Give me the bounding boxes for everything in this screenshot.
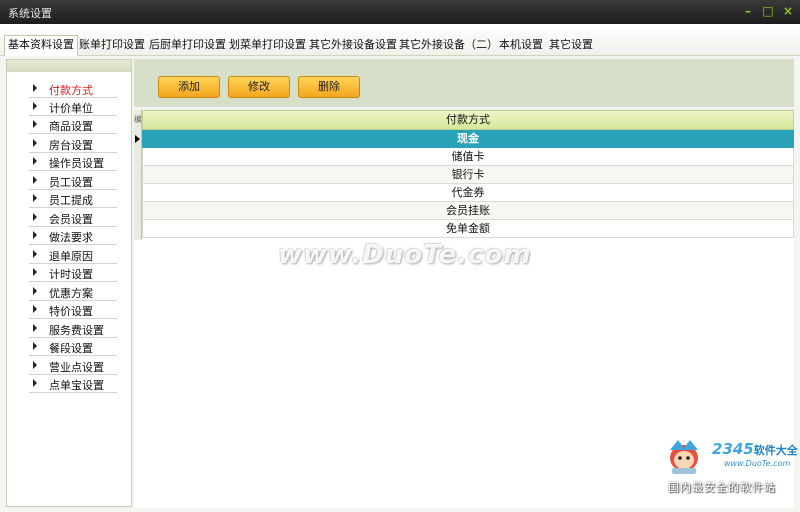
close-button[interactable]: ×	[782, 4, 794, 18]
maximize-button[interactable]: □	[762, 4, 774, 18]
nav-item-pricing-units[interactable]: 计价单位	[29, 98, 117, 116]
bullet-arrow-icon	[33, 287, 37, 295]
nav-item-label: 员工提成	[49, 194, 93, 207]
nav-item-label: 房台设置	[49, 139, 93, 152]
nav-item-staff[interactable]: 员工设置	[29, 172, 117, 190]
tab-kitchen-print[interactable]: 后厨单打印设置	[146, 36, 229, 56]
nav-item-label: 服务费设置	[49, 324, 104, 337]
nav-item-products[interactable]: 商品设置	[29, 116, 117, 134]
nav-item-timing[interactable]: 计时设置	[29, 264, 117, 282]
action-toolbar: 添加 修改 删除	[134, 59, 794, 107]
nav-item-label: 特价设置	[49, 305, 93, 318]
bullet-arrow-icon	[33, 342, 37, 350]
nav-item-label: 优惠方案	[49, 287, 93, 300]
nav-item-label: 商品设置	[49, 120, 93, 133]
nav-item-members[interactable]: 会员设置	[29, 209, 117, 227]
grid-corner-header: 编	[134, 110, 142, 130]
bullet-arrow-icon	[33, 379, 37, 387]
settings-nav: 付款方式 计价单位 商品设置 房台设置 操作员设置 员工设置 员工提成 会员设置…	[6, 59, 132, 507]
column-header-payment-method[interactable]: 付款方式	[142, 110, 794, 130]
nav-item-service-fee[interactable]: 服务费设置	[29, 320, 117, 338]
current-row-marker-icon	[135, 135, 140, 143]
bullet-arrow-icon	[33, 231, 37, 239]
nav-item-operators[interactable]: 操作员设置	[29, 153, 117, 171]
bullet-arrow-icon	[33, 250, 37, 258]
delete-button[interactable]: 删除	[298, 76, 360, 98]
table-row[interactable]: 储值卡	[142, 148, 794, 166]
nav-item-label: 餐段设置	[49, 342, 93, 355]
nav-item-label: 会员设置	[49, 213, 93, 226]
tab-external-devices-2[interactable]: 其它外接设备（二）	[396, 36, 501, 56]
bullet-arrow-icon	[33, 305, 37, 313]
window-title: 系统设置	[8, 7, 52, 20]
nav-item-refund-reasons[interactable]: 退单原因	[29, 246, 117, 264]
nav-item-label: 员工设置	[49, 176, 93, 189]
tab-basic-data[interactable]: 基本资料设置	[4, 35, 78, 56]
tab-bar: 基本资料设置 账单打印设置 后厨单打印设置 划菜单打印设置 其它外接设备设置 其…	[0, 24, 800, 56]
bullet-arrow-icon	[33, 84, 37, 92]
table-row[interactable]: 免单金额	[142, 220, 794, 238]
bullet-arrow-icon	[33, 324, 37, 332]
table-row[interactable]: 银行卡	[142, 166, 794, 184]
row-header-strip	[134, 130, 142, 240]
nav-item-label: 计价单位	[49, 102, 93, 115]
minimize-button[interactable]: –	[742, 4, 754, 18]
tab-external-devices[interactable]: 其它外接设备设置	[306, 36, 400, 56]
nav-item-label: 做法要求	[49, 231, 93, 244]
nav-item-payment-methods[interactable]: 付款方式	[29, 80, 117, 98]
brand-slogan-watermark: 国内最安全的软件站	[668, 481, 776, 494]
bullet-arrow-icon	[33, 194, 37, 202]
nav-item-cooking-requirements[interactable]: 做法要求	[29, 227, 117, 245]
edit-button[interactable]: 修改	[228, 76, 290, 98]
nav-header	[7, 60, 131, 72]
bullet-arrow-icon	[33, 176, 37, 184]
brand-url-watermark: www.DuoTe.com	[724, 459, 791, 468]
nav-item-label: 计时设置	[49, 268, 93, 281]
tab-other-settings[interactable]: 其它设置	[546, 36, 596, 56]
brand-name: 软件大全	[753, 444, 798, 457]
tab-local-settings[interactable]: 本机设置	[496, 36, 546, 56]
nav-item-meal-periods[interactable]: 餐段设置	[29, 338, 117, 356]
nav-item-discount-plans[interactable]: 优惠方案	[29, 283, 117, 301]
nav-item-label: 操作员设置	[49, 157, 104, 170]
add-button[interactable]: 添加	[158, 76, 220, 98]
nav-item-special-prices[interactable]: 特价设置	[29, 301, 117, 319]
mascot-logo-icon	[670, 440, 698, 474]
bullet-arrow-icon	[33, 120, 37, 128]
bullet-arrow-icon	[33, 213, 37, 221]
nav-item-staff-commission[interactable]: 员工提成	[29, 190, 117, 208]
tab-dish-print[interactable]: 划菜单打印设置	[226, 36, 309, 56]
nav-item-label: 点单宝设置	[49, 379, 104, 392]
nav-item-label: 付款方式	[49, 84, 93, 97]
nav-item-label: 退单原因	[49, 250, 93, 263]
bullet-arrow-icon	[33, 157, 37, 165]
bullet-arrow-icon	[33, 102, 37, 110]
brand-watermark: 2345软件大全	[712, 440, 798, 458]
window-controls: – □ ×	[742, 4, 794, 18]
nav-item-label: 营业点设置	[49, 361, 104, 374]
table-row[interactable]: 现金	[142, 130, 794, 148]
nav-item-rooms-tables[interactable]: 房台设置	[29, 135, 117, 153]
settings-window: 系统设置 – □ × 基本资料设置 账单打印设置 后厨单打印设置 划菜单打印设置…	[0, 0, 800, 512]
bullet-arrow-icon	[33, 361, 37, 369]
table-row[interactable]: 代金券	[142, 184, 794, 202]
duote-watermark: www.DuoTe.com	[278, 240, 532, 270]
title-bar: 系统设置 – □ ×	[0, 0, 800, 24]
tab-bill-print[interactable]: 账单打印设置	[76, 36, 148, 56]
nav-item-order-device[interactable]: 点单宝设置	[29, 375, 117, 393]
brand-number: 2345	[712, 440, 754, 458]
table-row[interactable]: 会员挂账	[142, 202, 794, 220]
bullet-arrow-icon	[33, 268, 37, 276]
bullet-arrow-icon	[33, 139, 37, 147]
nav-item-business-points[interactable]: 营业点设置	[29, 357, 117, 375]
